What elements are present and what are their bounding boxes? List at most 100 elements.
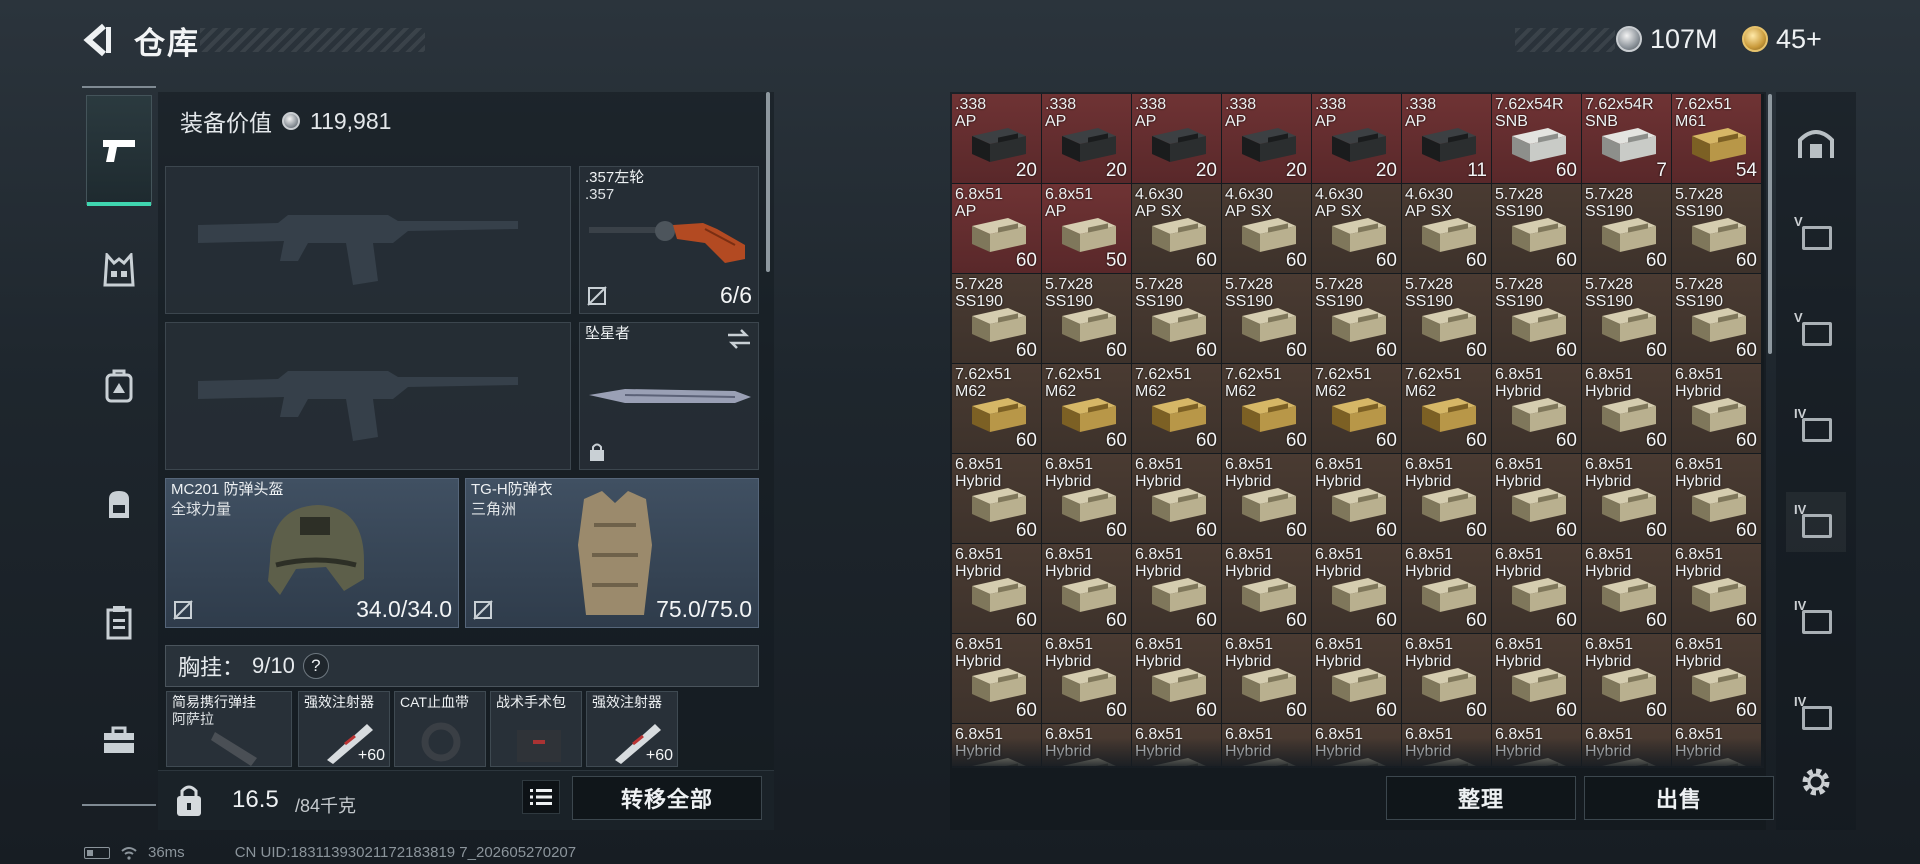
stash-item[interactable]: 6.8x51 AP 60 xyxy=(952,184,1041,273)
stash-item[interactable]: 5.7x28 SS190 60 xyxy=(1312,274,1401,363)
sort-button[interactable]: 整理 xyxy=(1386,776,1576,820)
stash-item[interactable]: 7.62x51 M62 60 xyxy=(1222,364,1311,453)
gold-currency[interactable]: 45+ xyxy=(1742,20,1822,58)
chest-rig-header[interactable]: 胸挂： 9/10 ? xyxy=(165,645,759,687)
transfer-all-button[interactable]: 转移全部 xyxy=(572,776,762,820)
stash-item[interactable]: 5.7x28 SS190 60 xyxy=(1222,274,1311,363)
stash-item[interactable]: 6.8x51 Hybrid xyxy=(1402,724,1491,766)
stash-item[interactable]: .338 AP 20 xyxy=(952,94,1041,183)
stash-item[interactable]: 7.62x51 M62 60 xyxy=(1042,364,1131,453)
stash-item[interactable]: 6.8x51 Hybrid 60 xyxy=(1582,634,1671,723)
stash-item[interactable]: 6.8x51 Hybrid xyxy=(1222,724,1311,766)
stash-item[interactable]: 6.8x51 Hybrid 60 xyxy=(1492,544,1581,633)
stash-item[interactable]: .338 AP 20 xyxy=(1312,94,1401,183)
melee-slot[interactable]: 坠星者 xyxy=(579,322,759,470)
stash-item[interactable]: 6.8x51 Hybrid 60 xyxy=(1672,454,1761,543)
stash-item[interactable]: 6.8x51 Hybrid 60 xyxy=(1492,454,1581,543)
stash-item[interactable]: 6.8x51 Hybrid 60 xyxy=(1582,544,1671,633)
primary-weapon-slot[interactable] xyxy=(165,166,571,314)
stash-tab-iv-3[interactable]: IV xyxy=(1786,684,1846,744)
stash-item[interactable]: 6.8x51 Hybrid 60 xyxy=(1402,634,1491,723)
rig-item[interactable]: CAT止血带 xyxy=(394,691,486,767)
stash-item[interactable]: 6.8x51 Hybrid xyxy=(952,724,1041,766)
stash-item[interactable]: 7.62x54R SNB 7 xyxy=(1582,94,1671,183)
stash-item[interactable]: 7.62x51 M62 60 xyxy=(1132,364,1221,453)
stash-item[interactable]: 6.8x51 Hybrid 60 xyxy=(1492,634,1581,723)
stash-tab-v-1[interactable]: V xyxy=(1786,204,1846,264)
stash-item[interactable]: 6.8x51 Hybrid 60 xyxy=(1222,454,1311,543)
stash-item[interactable]: 6.8x51 AP 50 xyxy=(1042,184,1131,273)
stash-item[interactable]: .338 AP 11 xyxy=(1402,94,1491,183)
stash-item[interactable]: 7.62x51 M62 60 xyxy=(952,364,1041,453)
stash-item[interactable]: 6.8x51 Hybrid 60 xyxy=(952,634,1041,723)
stash-item[interactable]: 6.8x51 Hybrid xyxy=(1582,724,1671,766)
stash-item[interactable]: 4.6x30 AP SX 60 xyxy=(1402,184,1491,273)
stash-item[interactable]: 6.8x51 Hybrid 60 xyxy=(1582,454,1671,543)
stash-scrollbar[interactable] xyxy=(1768,94,1772,354)
stash-item[interactable]: 6.8x51 Hybrid xyxy=(1312,724,1401,766)
rig-item[interactable]: 简易携行弹挂 阿萨拉 xyxy=(166,691,292,767)
rig-item[interactable]: 强效注射器 +60 xyxy=(586,691,678,767)
stash-item[interactable]: 5.7x28 SS190 60 xyxy=(1402,274,1491,363)
stash-item[interactable]: 6.8x51 Hybrid 60 xyxy=(1492,364,1581,453)
stash-item[interactable]: 6.8x51 Hybrid xyxy=(1672,724,1761,766)
category-chest-rig[interactable] xyxy=(89,240,149,300)
stash-item[interactable]: 6.8x51 Hybrid 60 xyxy=(1672,634,1761,723)
stash-item[interactable]: 6.8x51 Hybrid 60 xyxy=(1582,364,1671,453)
list-view-button[interactable] xyxy=(522,780,560,814)
stash-item[interactable]: .338 AP 20 xyxy=(1042,94,1131,183)
secondary-weapon-slot[interactable] xyxy=(165,322,571,470)
help-button[interactable]: ? xyxy=(302,653,329,679)
stash-item[interactable]: 6.8x51 Hybrid xyxy=(1042,724,1131,766)
stash-item[interactable]: 6.8x51 Hybrid 60 xyxy=(952,544,1041,633)
stash-item[interactable]: 6.8x51 Hybrid 60 xyxy=(1672,364,1761,453)
stash-tab-iv-1[interactable]: IV xyxy=(1786,396,1846,456)
stash-item[interactable]: 6.8x51 Hybrid 60 xyxy=(1042,544,1131,633)
silver-currency[interactable]: 107M xyxy=(1616,20,1718,58)
stash-item[interactable]: 5.7x28 SS190 60 xyxy=(952,274,1041,363)
stash-item[interactable]: .338 AP 20 xyxy=(1132,94,1221,183)
pistol-slot[interactable]: .357左轮 .357 6/6 xyxy=(579,166,759,314)
stash-item[interactable]: 5.7x28 SS190 60 xyxy=(1582,274,1671,363)
category-weapons[interactable] xyxy=(86,95,152,206)
stash-item[interactable]: 7.62x51 M61 54 xyxy=(1672,94,1761,183)
stash-item[interactable]: 4.6x30 AP SX 60 xyxy=(1222,184,1311,273)
stash-main-tab[interactable] xyxy=(1786,112,1846,172)
stash-item[interactable]: 6.8x51 Hybrid xyxy=(1492,724,1581,766)
back-button[interactable] xyxy=(80,20,114,60)
stash-item[interactable]: 6.8x51 Hybrid 60 xyxy=(1222,634,1311,723)
stash-item[interactable]: 5.7x28 SS190 60 xyxy=(1672,184,1761,273)
stash-item[interactable]: 6.8x51 Hybrid 60 xyxy=(1132,454,1221,543)
stash-item[interactable]: 7.62x51 M62 60 xyxy=(1312,364,1401,453)
stash-item[interactable]: 7.62x51 M62 60 xyxy=(1402,364,1491,453)
rig-item[interactable]: 战术手术包 xyxy=(490,691,582,767)
stash-item[interactable]: 4.6x30 AP SX 60 xyxy=(1312,184,1401,273)
armor-slot[interactable]: TG-H防弹衣 三角洲 75.0/75.0 xyxy=(465,478,759,628)
rig-item[interactable]: 强效注射器 +60 xyxy=(298,691,390,767)
stash-item[interactable]: 6.8x51 Hybrid 60 xyxy=(1042,454,1131,543)
lock-button[interactable] xyxy=(172,782,206,818)
stash-item[interactable]: 5.7x28 SS190 60 xyxy=(1492,274,1581,363)
stash-item[interactable]: 6.8x51 Hybrid 60 xyxy=(1222,544,1311,633)
helmet-slot[interactable]: MC201 防弹头盔 全球力量 34.0/34.0 xyxy=(165,478,459,628)
stash-item[interactable]: 6.8x51 Hybrid 60 xyxy=(1042,634,1131,723)
stash-item[interactable]: 7.62x54R SNB 60 xyxy=(1492,94,1581,183)
stash-item[interactable]: 6.8x51 Hybrid 60 xyxy=(1312,634,1401,723)
stash-item[interactable]: 5.7x28 SS190 60 xyxy=(1492,184,1581,273)
stash-item[interactable]: .338 AP 20 xyxy=(1222,94,1311,183)
stash-item[interactable]: 5.7x28 SS190 60 xyxy=(1042,274,1131,363)
stash-item[interactable]: 5.7x28 SS190 60 xyxy=(1132,274,1221,363)
category-backpack-alt[interactable] xyxy=(89,356,149,416)
stash-item[interactable]: 6.8x51 Hybrid 60 xyxy=(1132,634,1221,723)
loadout-scrollbar[interactable] xyxy=(766,92,770,272)
stash-item[interactable]: 6.8x51 Hybrid xyxy=(1132,724,1221,766)
stash-item[interactable]: 5.7x28 SS190 60 xyxy=(1582,184,1671,273)
stash-item[interactable]: 4.6x30 AP SX 60 xyxy=(1132,184,1221,273)
category-container[interactable] xyxy=(89,592,149,652)
stash-item[interactable]: 5.7x28 SS190 60 xyxy=(1672,274,1761,363)
sell-button[interactable]: 出售 xyxy=(1584,776,1774,820)
stash-item[interactable]: 6.8x51 Hybrid 60 xyxy=(1402,544,1491,633)
category-toolbox[interactable] xyxy=(89,710,149,770)
stash-tab-v-2[interactable]: V xyxy=(1786,300,1846,360)
stash-item[interactable]: 6.8x51 Hybrid 60 xyxy=(952,454,1041,543)
